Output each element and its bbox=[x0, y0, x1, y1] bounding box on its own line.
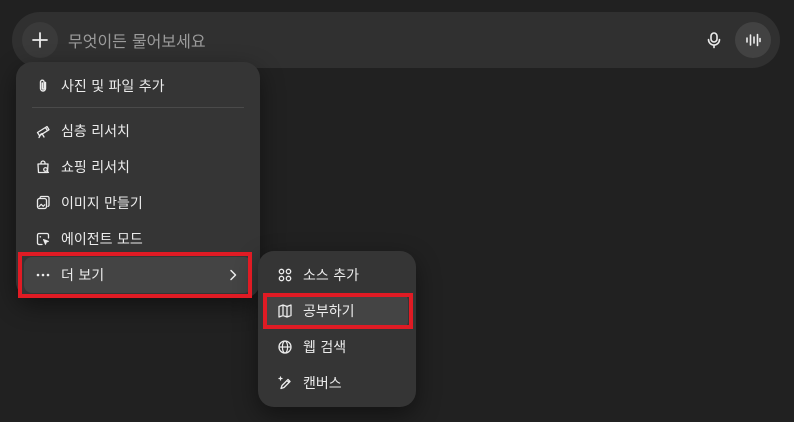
composer-bar bbox=[12, 12, 780, 70]
menu-item-create-image[interactable]: 이미지 만들기 bbox=[24, 185, 252, 221]
menu-item-shopping-research[interactable]: 쇼핑 리서치 bbox=[24, 149, 252, 185]
submenu-item-add-sources[interactable]: 소스 추가 bbox=[266, 257, 408, 293]
submenu-item-study[interactable]: 공부하기 bbox=[266, 293, 408, 329]
chat-page: 사진 및 파일 추가 심층 리서치 쇼핑 리서치 bbox=[0, 0, 794, 422]
submenu-item-web-search[interactable]: 웹 검색 bbox=[266, 329, 408, 365]
submenu-item-label: 캔버스 bbox=[303, 376, 342, 392]
add-button[interactable] bbox=[22, 22, 58, 58]
agent-cursor-icon bbox=[34, 230, 52, 248]
submenu-item-label: 공부하기 bbox=[303, 304, 355, 320]
waveform-icon bbox=[746, 33, 761, 47]
menu-item-label: 심층 리서치 bbox=[61, 124, 130, 140]
attach-menu: 사진 및 파일 추가 심층 리서치 쇼핑 리서치 이미지 만들기 에이전트 모드… bbox=[16, 62, 260, 298]
more-submenu: 소스 추가 공부하기 웹 검색 캔버스 bbox=[258, 251, 416, 407]
menu-divider bbox=[32, 107, 244, 108]
submenu-item-label: 웹 검색 bbox=[303, 340, 347, 356]
submenu-item-label: 소스 추가 bbox=[303, 268, 359, 284]
submenu-item-canvas[interactable]: 캔버스 bbox=[266, 365, 408, 401]
more-dots-icon bbox=[34, 266, 52, 284]
menu-item-add-photos-files[interactable]: 사진 및 파일 추가 bbox=[24, 68, 252, 104]
sources-icon bbox=[276, 266, 294, 284]
menu-item-deep-research[interactable]: 심층 리서치 bbox=[24, 113, 252, 149]
paperclip-icon bbox=[34, 77, 52, 95]
chevron-right-icon bbox=[224, 266, 242, 284]
menu-item-more[interactable]: 더 보기 bbox=[24, 257, 252, 293]
menu-item-label: 이미지 만들기 bbox=[61, 196, 143, 212]
microphone-icon bbox=[707, 32, 721, 49]
menu-item-label: 쇼핑 리서치 bbox=[61, 160, 130, 176]
telescope-icon bbox=[34, 122, 52, 140]
menu-item-label: 사진 및 파일 추가 bbox=[61, 79, 165, 95]
image-create-icon bbox=[34, 194, 52, 212]
dictate-button[interactable] bbox=[696, 22, 732, 58]
globe-icon bbox=[276, 338, 294, 356]
voice-mode-button[interactable] bbox=[735, 22, 771, 58]
pen-sparkle-icon bbox=[276, 374, 294, 392]
menu-item-agent-mode[interactable]: 에이전트 모드 bbox=[24, 221, 252, 257]
shopping-bag-search-icon bbox=[34, 158, 52, 176]
book-open-icon bbox=[276, 302, 294, 320]
menu-item-label: 에이전트 모드 bbox=[61, 232, 143, 248]
plus-icon bbox=[32, 32, 48, 48]
menu-item-label: 더 보기 bbox=[61, 268, 105, 284]
